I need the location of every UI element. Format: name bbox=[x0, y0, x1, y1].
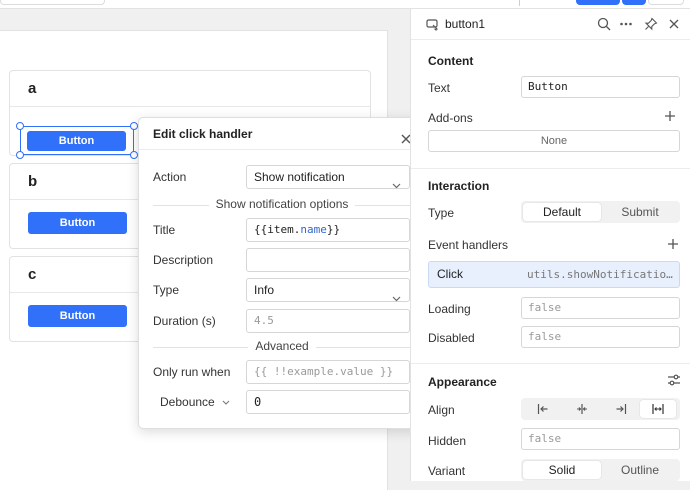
only-run-when-label: Only run when bbox=[153, 365, 231, 379]
only-run-when-input[interactable]: {{ !!example.value }} bbox=[246, 360, 410, 384]
inspector-panel: button1 Content Text Button Add-ons None… bbox=[410, 9, 690, 481]
section-divider bbox=[411, 168, 690, 169]
hidden-label: Hidden bbox=[428, 434, 467, 448]
text-label: Text bbox=[428, 81, 451, 95]
button-component-icon bbox=[426, 18, 439, 34]
close-icon[interactable] bbox=[667, 17, 681, 34]
action-select[interactable]: Show notification bbox=[246, 165, 410, 189]
variant-option-solid[interactable]: Solid bbox=[523, 461, 601, 479]
chevron-down-icon bbox=[392, 287, 401, 309]
title-input[interactable]: {{item.name}} bbox=[246, 218, 410, 242]
only-run-when-row: Only run when {{ !!example.value }} bbox=[153, 360, 411, 384]
top-toolbar bbox=[0, 0, 690, 9]
type-label: Type bbox=[153, 283, 180, 297]
chevron-down-icon bbox=[222, 400, 230, 406]
debounce-row: Debounce 0 bbox=[153, 390, 411, 414]
toolbar-divider bbox=[519, 0, 520, 6]
debounce-label: Debounce bbox=[160, 395, 215, 409]
addons-none-box[interactable]: None bbox=[428, 130, 680, 152]
type-toggle: Default Submit bbox=[521, 201, 680, 223]
action-label: Action bbox=[153, 170, 187, 184]
type-select[interactable]: Info bbox=[246, 278, 410, 302]
appearance-section-title: Appearance bbox=[428, 375, 497, 389]
disabled-input[interactable]: false bbox=[521, 326, 680, 348]
hidden-input[interactable]: false bbox=[521, 428, 680, 450]
toolbar-left-control[interactable] bbox=[0, 0, 105, 5]
component-name[interactable]: button1 bbox=[445, 9, 485, 40]
align-stretch-icon[interactable] bbox=[640, 400, 676, 418]
pin-icon[interactable] bbox=[644, 17, 658, 34]
type-label: Type bbox=[428, 206, 455, 220]
align-left-icon[interactable] bbox=[525, 400, 561, 418]
event-handler-row[interactable]: Click utils.showNotificatio… bbox=[428, 261, 680, 288]
align-right-icon[interactable] bbox=[603, 400, 639, 418]
resize-handle-bottom-left[interactable] bbox=[16, 151, 24, 159]
duration-label: Duration (s) bbox=[153, 314, 216, 328]
popover-header: Edit click handler bbox=[139, 118, 423, 150]
type-value: Info bbox=[254, 283, 275, 297]
advanced-heading: Advanced bbox=[153, 339, 411, 355]
type-option-submit[interactable]: Submit bbox=[602, 203, 678, 221]
toolbar-dropdown-button[interactable] bbox=[622, 0, 646, 5]
duration-input[interactable]: 4.5 bbox=[246, 309, 410, 333]
loading-label: Loading bbox=[428, 302, 471, 316]
edit-click-handler-popover: Edit click handler Action Show notificat… bbox=[138, 117, 424, 429]
template-open: {{ bbox=[254, 223, 268, 236]
event-handler-event: Click bbox=[437, 267, 463, 281]
add-addon-icon[interactable] bbox=[664, 110, 676, 125]
action-row: Action Show notification bbox=[153, 165, 411, 189]
section-divider bbox=[411, 363, 690, 364]
more-options-icon[interactable] bbox=[619, 17, 633, 34]
content-section-title: Content bbox=[428, 54, 474, 68]
addons-label: Add-ons bbox=[428, 111, 473, 125]
align-center-icon[interactable] bbox=[564, 400, 600, 418]
description-row: Description bbox=[153, 248, 411, 272]
notification-options-heading: Show notification options bbox=[153, 197, 411, 213]
toolbar-primary-button[interactable] bbox=[576, 0, 620, 5]
variant-option-outline[interactable]: Outline bbox=[602, 461, 678, 479]
align-label: Align bbox=[428, 403, 455, 417]
template-object: item. bbox=[267, 223, 301, 236]
debounce-input[interactable]: 0 bbox=[246, 390, 410, 414]
search-icon[interactable] bbox=[597, 17, 611, 34]
add-event-handler-icon[interactable] bbox=[667, 238, 679, 253]
resize-handle-top-right[interactable] bbox=[130, 122, 138, 130]
variant-toggle: Solid Outline bbox=[521, 459, 680, 481]
variant-label: Variant bbox=[428, 464, 466, 478]
align-toggle bbox=[521, 398, 680, 420]
inspector-header: button1 bbox=[411, 9, 690, 40]
interaction-section-title: Interaction bbox=[428, 179, 490, 193]
disabled-label: Disabled bbox=[428, 331, 475, 345]
resize-handle-top-left[interactable] bbox=[16, 122, 24, 130]
popover-title: Edit click handler bbox=[153, 127, 253, 141]
event-handlers-label: Event handlers bbox=[428, 238, 509, 252]
template-property: name bbox=[300, 223, 327, 236]
text-input[interactable]: Button bbox=[521, 76, 680, 98]
template-close: }} bbox=[326, 223, 341, 236]
resize-handle-bottom-right[interactable] bbox=[130, 151, 138, 159]
list-item-button[interactable]: Button bbox=[28, 212, 127, 234]
duration-row: Duration (s) 4.5 bbox=[153, 309, 411, 333]
title-row: Title {{item.name}} bbox=[153, 218, 411, 242]
chevron-down-icon bbox=[392, 174, 401, 196]
loading-input[interactable]: false bbox=[521, 297, 680, 319]
toolbar-secondary-button[interactable] bbox=[648, 0, 684, 5]
event-handler-action: utils.showNotificatio… bbox=[527, 268, 673, 281]
list-item-button[interactable]: Button bbox=[28, 305, 127, 327]
style-settings-icon[interactable] bbox=[667, 374, 681, 389]
selected-component-outline[interactable]: Button bbox=[20, 126, 134, 155]
type-option-default[interactable]: Default bbox=[523, 203, 601, 221]
description-label: Description bbox=[153, 253, 214, 267]
title-label: Title bbox=[153, 223, 176, 237]
selected-button[interactable]: Button bbox=[27, 131, 126, 151]
action-value: Show notification bbox=[254, 170, 345, 184]
list-item-header: a bbox=[10, 71, 370, 107]
description-input[interactable] bbox=[246, 248, 410, 272]
type-row: Type Info bbox=[153, 278, 411, 302]
debounce-select[interactable]: Debounce bbox=[160, 390, 230, 414]
